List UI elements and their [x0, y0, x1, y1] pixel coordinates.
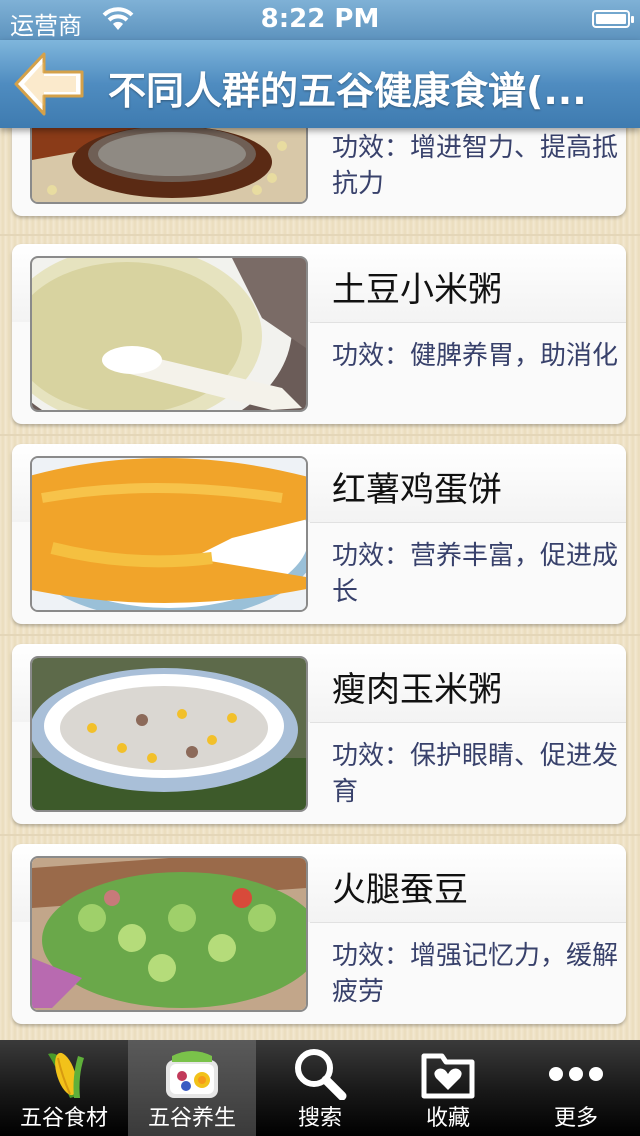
tab-label: 收藏: [425, 1106, 470, 1131]
clock: 8:22 PM: [260, 4, 380, 34]
tab-label: 五谷养生: [147, 1106, 236, 1131]
status-bar: 运营商 8:22 PM: [0, 0, 640, 40]
bento-icon: [166, 1051, 218, 1098]
recipe-name: 瘦肉玉米粥: [332, 670, 502, 710]
tab-label: 五谷食材: [19, 1106, 108, 1131]
recipe-desc: 功效：增强记忆力，缓解疲劳: [332, 941, 619, 1007]
recipe-image: [30, 656, 308, 812]
tab-search[interactable]: 搜索: [256, 1040, 384, 1136]
tab-health[interactable]: 五谷养生: [128, 1040, 256, 1136]
recipe-image: [30, 856, 308, 1012]
list-item[interactable]: 土豆小米粥 功效：健脾养胃，助消化: [12, 244, 626, 424]
recipe-list[interactable]: 功效：增进智力、提高抵抗力 土豆小米粥 功效：健脾养胃，助消化 红薯鸡蛋饼 功效…: [0, 128, 640, 1040]
tab-label: 更多: [553, 1106, 598, 1131]
recipe-desc: 功效：健脾养胃，助消化: [332, 341, 619, 371]
list-item[interactable]: 功效：增进智力、提高抵抗力: [12, 128, 626, 216]
recipe-desc: 功效：营养丰富，促进成长: [332, 541, 619, 607]
recipe-desc: 功效：保护眼睛、促进发育: [332, 741, 619, 807]
battery-icon: [592, 10, 634, 28]
nav-bar: 不同人群的五谷健康食谱(...: [0, 40, 640, 128]
search-icon: [295, 1049, 347, 1100]
corn-icon: [48, 1052, 84, 1098]
tab-label: 搜索: [297, 1106, 342, 1131]
list-item[interactable]: 瘦肉玉米粥 功效：保护眼睛、促进发育: [12, 644, 626, 824]
list-item[interactable]: 火腿蚕豆 功效：增强记忆力，缓解疲劳: [12, 844, 626, 1024]
recipe-name: 火腿蚕豆: [332, 870, 468, 910]
back-arrow-icon[interactable]: [10, 48, 88, 120]
tab-bar: 五谷食材 五谷养生 搜索 收藏 更多: [0, 1040, 640, 1136]
more-icon: [549, 1067, 603, 1081]
tab-more[interactable]: 更多: [512, 1040, 640, 1136]
recipe-desc: 功效：增进智力、提高抵抗力: [332, 133, 619, 199]
recipe-image: [30, 128, 308, 204]
recipe-image: [30, 456, 308, 612]
recipe-name: 土豆小米粥: [332, 270, 502, 310]
recipe-name: 红薯鸡蛋饼: [332, 470, 502, 510]
favorites-folder-icon: [421, 1053, 475, 1099]
page-title: 不同人群的五谷健康食谱(...: [108, 69, 587, 113]
list-item[interactable]: 红薯鸡蛋饼 功效：营养丰富，促进成长: [12, 444, 626, 624]
tab-favorites[interactable]: 收藏: [384, 1040, 512, 1136]
tab-ingredients[interactable]: 五谷食材: [0, 1040, 128, 1136]
recipe-image: [30, 256, 308, 412]
